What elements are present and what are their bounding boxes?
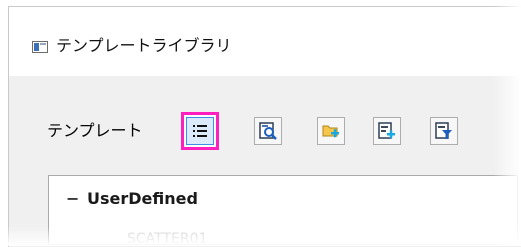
- add-folder-button[interactable]: [317, 117, 345, 145]
- filter-icon: [435, 122, 452, 139]
- collapse-toggle[interactable]: −: [66, 189, 79, 208]
- preview-icon: [259, 122, 277, 140]
- filter-button[interactable]: [430, 117, 458, 145]
- add-template-button[interactable]: [373, 117, 401, 145]
- add-template-icon: [378, 122, 395, 139]
- template-tree[interactable]: − UserDefined SCATTER01: [48, 175, 518, 247]
- list-view-icon: [193, 125, 207, 137]
- window-app-icon: [32, 41, 48, 53]
- preview-button[interactable]: [254, 117, 282, 145]
- title-bar: テンプレートライブラリ: [9, 7, 521, 76]
- toolbar-label: テンプレート: [47, 121, 143, 140]
- tree-group-userdefined[interactable]: UserDefined: [87, 189, 198, 208]
- window-title: テンプレートライブラリ: [56, 36, 232, 55]
- tree-item[interactable]: SCATTER01: [127, 231, 207, 247]
- list-view-button[interactable]: [181, 112, 219, 150]
- add-folder-icon: [322, 125, 339, 138]
